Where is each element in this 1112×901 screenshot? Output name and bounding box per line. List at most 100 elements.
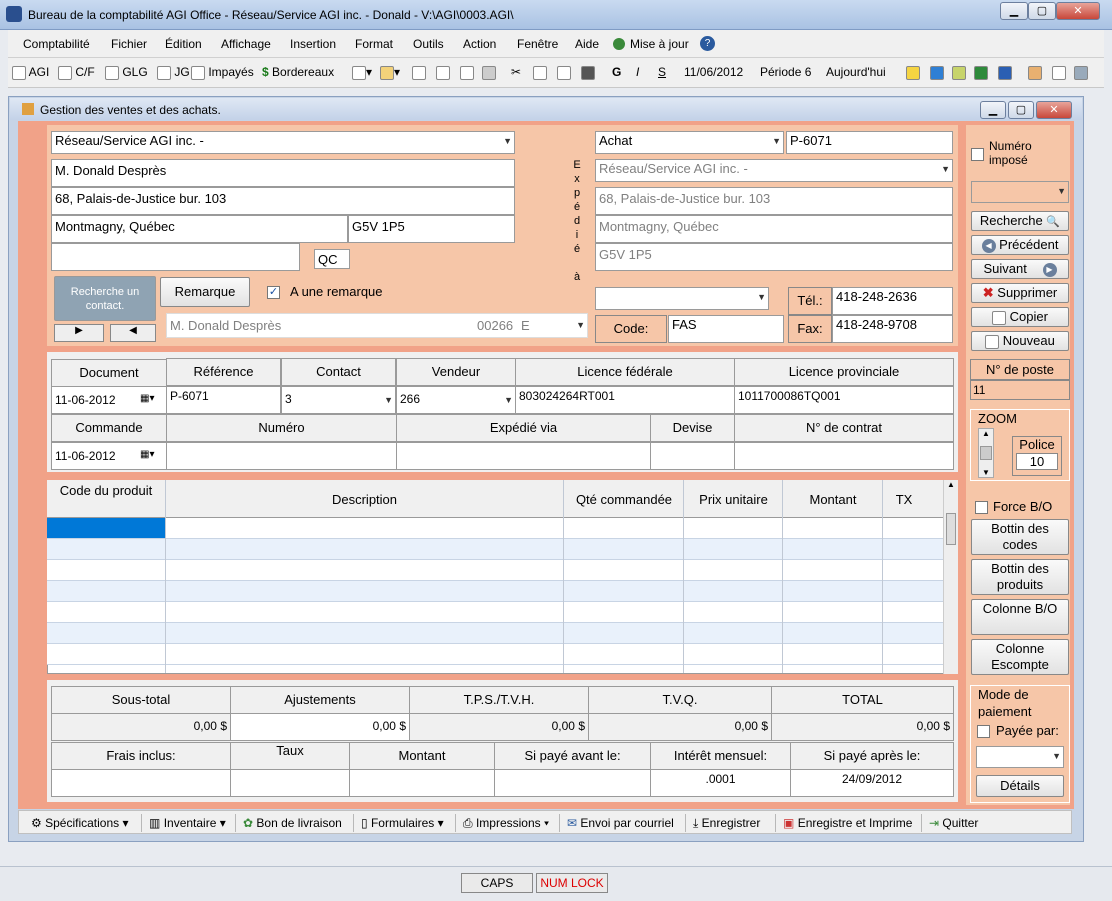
copy-icon[interactable]	[533, 65, 547, 80]
underline-button[interactable]: S	[658, 65, 666, 79]
inventaire-button[interactable]: ▥ Inventaire ▾	[149, 816, 226, 830]
toolbar-periode[interactable]: Période 6	[760, 65, 811, 79]
numero-select[interactable]: ▼	[971, 181, 1069, 203]
menu-action[interactable]: Action	[463, 37, 496, 51]
child-close-button[interactable]: ✕	[1036, 101, 1072, 119]
table-row[interactable]	[47, 518, 943, 539]
expedie-via-field[interactable]	[396, 442, 651, 470]
force-bo-checkbox[interactable]	[975, 500, 988, 515]
bold-button[interactable]: G	[612, 65, 621, 79]
si-paye-apres-field[interactable]: 24/09/2012	[790, 769, 954, 797]
impressions-button[interactable]: ⎙ Impressions ▾	[463, 816, 549, 831]
toolbar-today[interactable]: Aujourd'hui	[826, 65, 886, 79]
enregistre-imprime-button[interactable]: ▣ Enregistre et Imprime	[783, 816, 912, 830]
envoi-courriel-button[interactable]: ✉ Envoi par courriel	[567, 816, 674, 830]
contact-line-select[interactable]: M. Donald Desprès 00266 E ▼	[166, 313, 588, 338]
nouveau-button[interactable]: Nouveau	[971, 331, 1069, 351]
client-postal-field[interactable]: G5V 1P5	[348, 215, 515, 243]
ship-postal-field[interactable]: G5V 1P5	[595, 243, 953, 271]
table-row[interactable]	[47, 644, 943, 665]
italic-button[interactable]: I	[636, 65, 639, 79]
prev-contact-button[interactable]: ◀	[110, 324, 156, 342]
table-row[interactable]	[47, 602, 943, 623]
colonne-escompte-button[interactable]: Colonne Escompte	[971, 639, 1069, 675]
client-company-select[interactable]: Réseau/Service AGI inc. - ▼	[51, 131, 515, 154]
client-extra-field[interactable]	[51, 243, 300, 271]
toolbar-jg[interactable]: JG	[157, 65, 190, 80]
client-address-field[interactable]: 68, Palais-de-Justice bur. 103	[51, 187, 515, 215]
child-minimize-button[interactable]: ▁	[980, 101, 1006, 119]
paste-icon[interactable]	[557, 65, 571, 80]
grid-scrollbar[interactable]: ▲	[943, 480, 958, 674]
si-paye-avant-field[interactable]	[494, 769, 651, 797]
licence-provinciale-field[interactable]: 1011700086TQ001	[734, 386, 954, 414]
quitter-button[interactable]: ⇥ Quitter	[929, 816, 978, 830]
details-button[interactable]: Détails	[976, 775, 1064, 797]
next-contact-button[interactable]: ▶	[54, 324, 104, 342]
menu-insertion[interactable]: Insertion	[290, 37, 336, 51]
calc-icon[interactable]	[952, 65, 966, 80]
numero-field[interactable]	[166, 442, 397, 470]
calendar-icon[interactable]	[1028, 65, 1042, 80]
find-icon[interactable]	[581, 65, 595, 80]
ajustements-field[interactable]: 0,00 $	[230, 713, 410, 741]
table-row[interactable]	[47, 560, 943, 581]
bottin-produits-button[interactable]: Bottin des produits	[971, 559, 1069, 595]
excel-icon[interactable]	[974, 65, 988, 80]
formulaires-button[interactable]: ▯ Formulaires ▾	[361, 816, 444, 830]
client-city-field[interactable]: Montmagny, Québec	[51, 215, 348, 243]
menu-mise-a-jour[interactable]: Mise à jour	[630, 37, 689, 51]
col-qte[interactable]: Qté commandée	[564, 492, 684, 507]
col-tx[interactable]: TX	[883, 492, 925, 507]
a-une-remarque-checkbox[interactable]: ✓	[267, 285, 280, 300]
colonne-bo-button[interactable]: Colonne B/O	[971, 599, 1069, 635]
col-code-produit[interactable]: Code du produit	[48, 482, 164, 499]
layout-icon[interactable]	[1074, 65, 1088, 80]
document-date-picker[interactable]: 11-06-2012 ▦▾	[51, 386, 167, 414]
preview-icon[interactable]	[460, 65, 474, 80]
menu-edition[interactable]: Édition	[165, 37, 202, 51]
ship-company-select[interactable]: Réseau/Service AGI inc. - ▼	[595, 159, 953, 182]
client-contact-field[interactable]: M. Donald Desprès	[51, 159, 515, 187]
menu-comptabilite[interactable]: Comptabilité	[23, 37, 90, 51]
suivant-button[interactable]: Suivant ▶	[971, 259, 1069, 279]
contrat-field[interactable]	[734, 442, 954, 470]
open-folder-icon[interactable]: ▾	[380, 65, 400, 80]
ie-icon[interactable]	[930, 65, 944, 80]
client-province-field[interactable]: QC	[314, 249, 350, 269]
maximize-button[interactable]: ▢	[1028, 2, 1056, 20]
payee-par-checkbox[interactable]	[977, 724, 990, 739]
precedent-button[interactable]: ◀ Précédent	[971, 235, 1069, 255]
zoom-slider[interactable]: ▲ ▼	[978, 428, 994, 478]
ship-city-field[interactable]: Montmagny, Québec	[595, 215, 953, 243]
code-field[interactable]: FAS	[668, 315, 784, 343]
col-description[interactable]: Description	[166, 492, 563, 507]
supprimer-button[interactable]: ✖ Supprimer	[971, 283, 1069, 303]
police-field[interactable]: 10	[1016, 453, 1058, 470]
montant-field[interactable]	[349, 769, 495, 797]
document-icon[interactable]	[436, 65, 450, 80]
licence-federale-field[interactable]: 803024264RT001	[515, 386, 735, 414]
reference-field[interactable]: P-6071	[166, 386, 281, 414]
toolbar-glg[interactable]: GLG	[105, 65, 148, 80]
star-icon[interactable]	[906, 65, 920, 80]
commande-date-picker[interactable]: 11-06-2012 ▦▾	[51, 442, 167, 470]
numero-impose-checkbox[interactable]	[971, 147, 984, 162]
word-icon[interactable]	[998, 65, 1012, 80]
ship-address-field[interactable]: 68, Palais-de-Justice bur. 103	[595, 187, 953, 215]
print-icon[interactable]	[482, 65, 496, 80]
poste-field[interactable]: 11	[970, 380, 1070, 400]
minimize-button[interactable]: ▁	[1000, 2, 1028, 20]
bon-livraison-button[interactable]: ✿ Bon de livraison	[243, 816, 342, 830]
enregistrer-button[interactable]: ⤓ Enregistrer	[693, 816, 760, 831]
table-row[interactable]	[47, 539, 943, 560]
grid-icon[interactable]	[1052, 65, 1066, 80]
payee-par-select[interactable]: ▼	[976, 746, 1064, 768]
taux-field[interactable]	[230, 769, 350, 797]
devise-field[interactable]	[650, 442, 735, 470]
specifications-button[interactable]: ⚙ Spécifications ▾	[31, 816, 129, 830]
frais-inclus-field[interactable]	[51, 769, 231, 797]
menu-format[interactable]: Format	[355, 37, 393, 51]
toolbar-date[interactable]: 11/06/2012	[684, 65, 743, 79]
close-button[interactable]: ✕	[1056, 2, 1100, 20]
